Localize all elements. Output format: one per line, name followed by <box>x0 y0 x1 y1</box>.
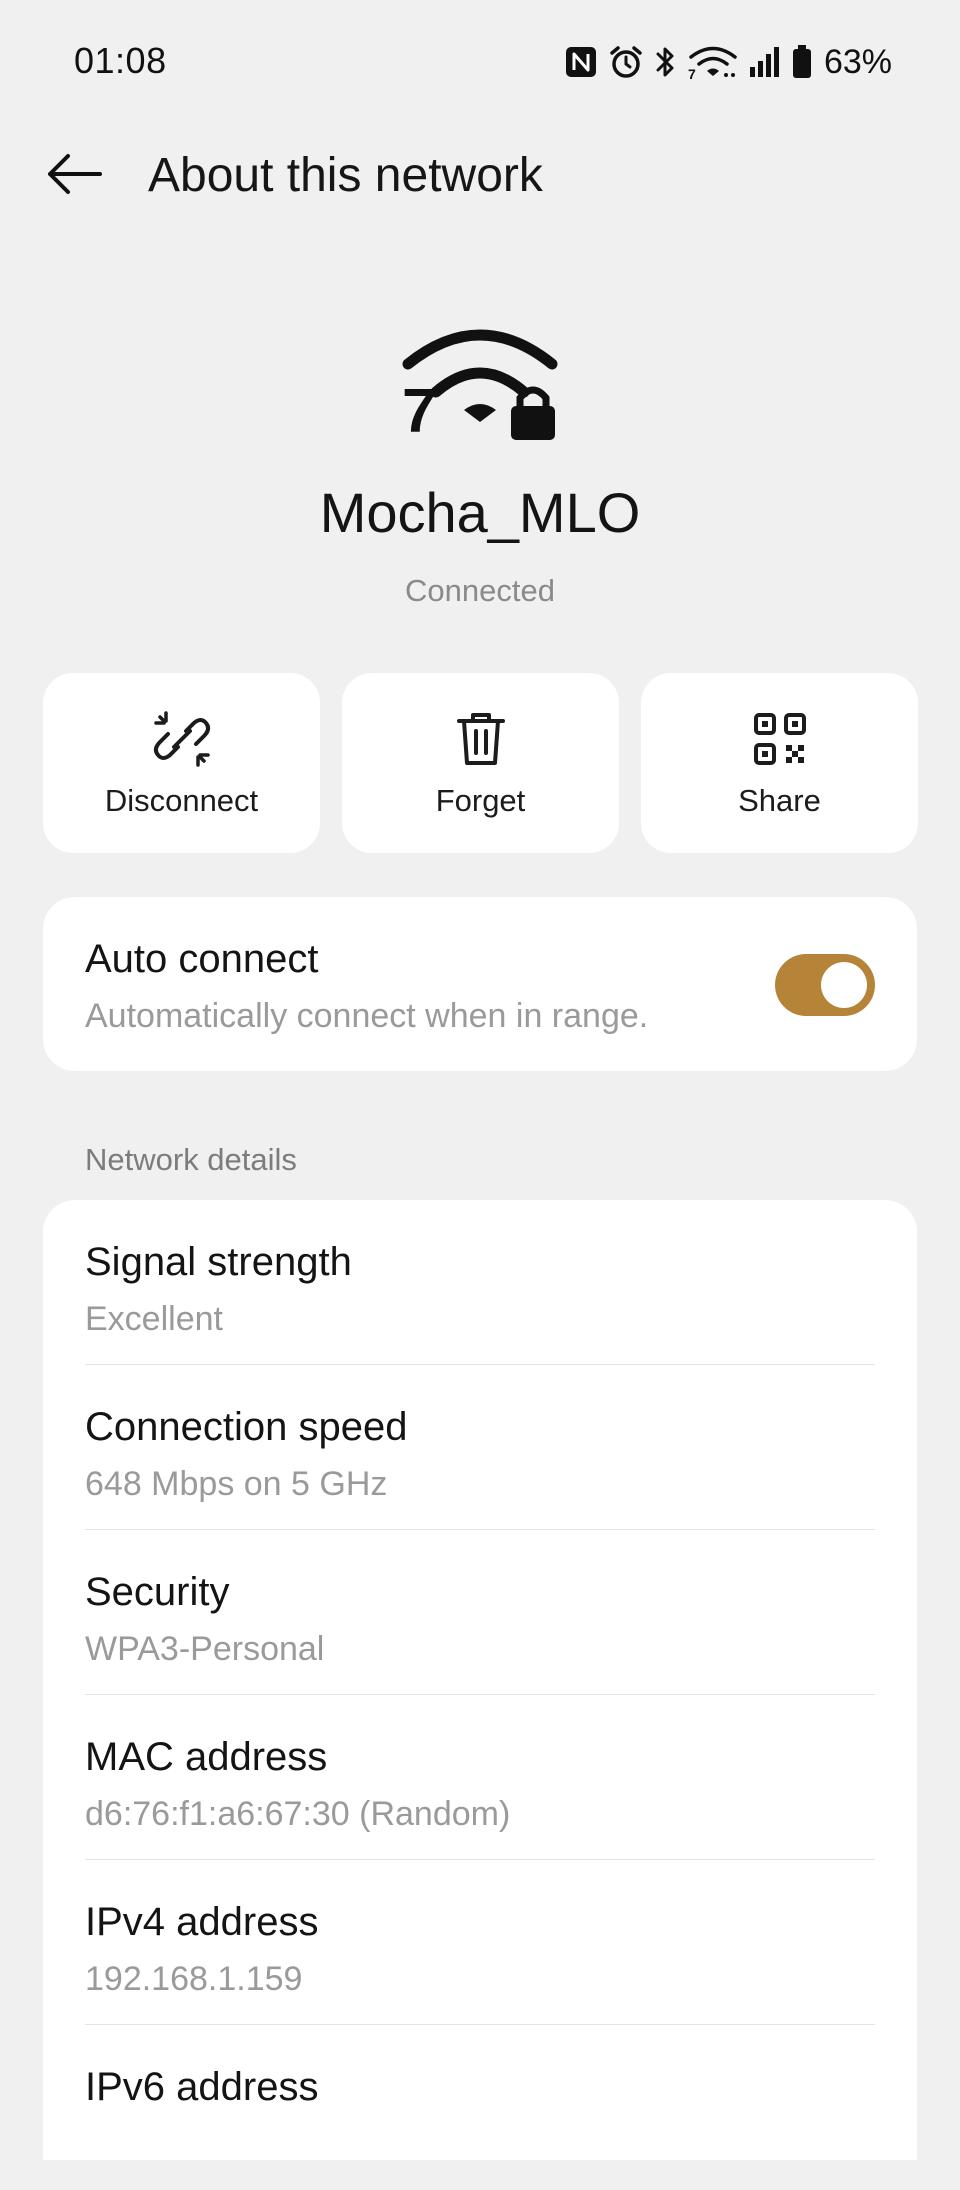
network-status: Connected <box>405 573 555 608</box>
detail-row-ipv6-address[interactable]: IPv6 address <box>85 2025 875 2190</box>
detail-value: 192.168.1.159 <box>85 1960 303 1998</box>
forget-label: Forget <box>435 783 526 818</box>
detail-value: 648 Mbps on 5 GHz <box>85 1465 388 1503</box>
back-button[interactable] <box>36 144 112 208</box>
detail-row-mac-address[interactable]: MAC address d6:76:f1:a6:67:30 (Random) <box>85 1695 875 1860</box>
detail-label: IPv4 address <box>85 1900 319 1944</box>
auto-connect-card: Auto connect Automatically connect when … <box>43 897 917 1071</box>
detail-value: Excellent <box>85 1300 223 1338</box>
detail-label: IPv6 address <box>85 2065 319 2109</box>
share-label: Share <box>738 783 821 818</box>
app-bar: About this network <box>0 130 960 222</box>
detail-label: MAC address <box>85 1735 328 1779</box>
auto-connect-toggle[interactable] <box>775 954 875 1016</box>
share-button[interactable]: Share <box>641 673 918 853</box>
qr-code-icon <box>750 709 810 769</box>
wifi-7-locked-icon: 7 <box>400 318 560 446</box>
disconnect-label: Disconnect <box>104 783 259 818</box>
nfc-icon <box>564 45 598 79</box>
auto-connect-title: Auto connect <box>85 937 319 981</box>
detail-value: d6:76:f1:a6:67:30 (Random) <box>85 1795 511 1833</box>
bluetooth-icon <box>654 44 678 80</box>
battery-percent: 63% <box>823 42 892 81</box>
detail-label: Connection speed <box>85 1405 408 1449</box>
alarm-icon <box>608 44 644 80</box>
network-details-card: Signal strength Excellent Connection spe… <box>43 1200 917 2160</box>
toggle-knob <box>821 962 867 1008</box>
network-details-header: Network details <box>85 1142 297 1177</box>
trash-icon <box>451 709 511 769</box>
status-icons: 7 63% <box>564 40 892 84</box>
arrow-left-icon <box>44 150 104 203</box>
cell-signal-icon <box>748 45 782 79</box>
detail-value: WPA3-Personal <box>85 1630 325 1668</box>
disconnect-button[interactable]: Disconnect <box>43 673 320 853</box>
svg-text:7: 7 <box>402 377 436 444</box>
detail-row-security[interactable]: Security WPA3-Personal <box>85 1530 875 1695</box>
forget-button[interactable]: Forget <box>342 673 619 853</box>
svg-text:7: 7 <box>688 66 696 80</box>
detail-label: Signal strength <box>85 1240 352 1284</box>
auto-connect-subtitle: Automatically connect when in range. <box>85 997 649 1035</box>
network-name: Mocha_MLO <box>319 481 641 544</box>
wifi-7-icon: 7 <box>688 44 738 80</box>
broken-link-icon <box>152 709 212 769</box>
status-bar: 01:08 7 63% <box>0 0 960 120</box>
battery-icon <box>792 45 812 79</box>
status-time: 01:08 <box>74 40 167 81</box>
detail-label: Security <box>85 1570 230 1614</box>
detail-row-signal-strength[interactable]: Signal strength Excellent <box>85 1200 875 1365</box>
detail-row-connection-speed[interactable]: Connection speed 648 Mbps on 5 GHz <box>85 1365 875 1530</box>
detail-row-ipv4-address[interactable]: IPv4 address 192.168.1.159 <box>85 1860 875 2025</box>
action-row: Disconnect Forget Share <box>43 673 918 853</box>
page-title: About this network <box>148 149 543 202</box>
